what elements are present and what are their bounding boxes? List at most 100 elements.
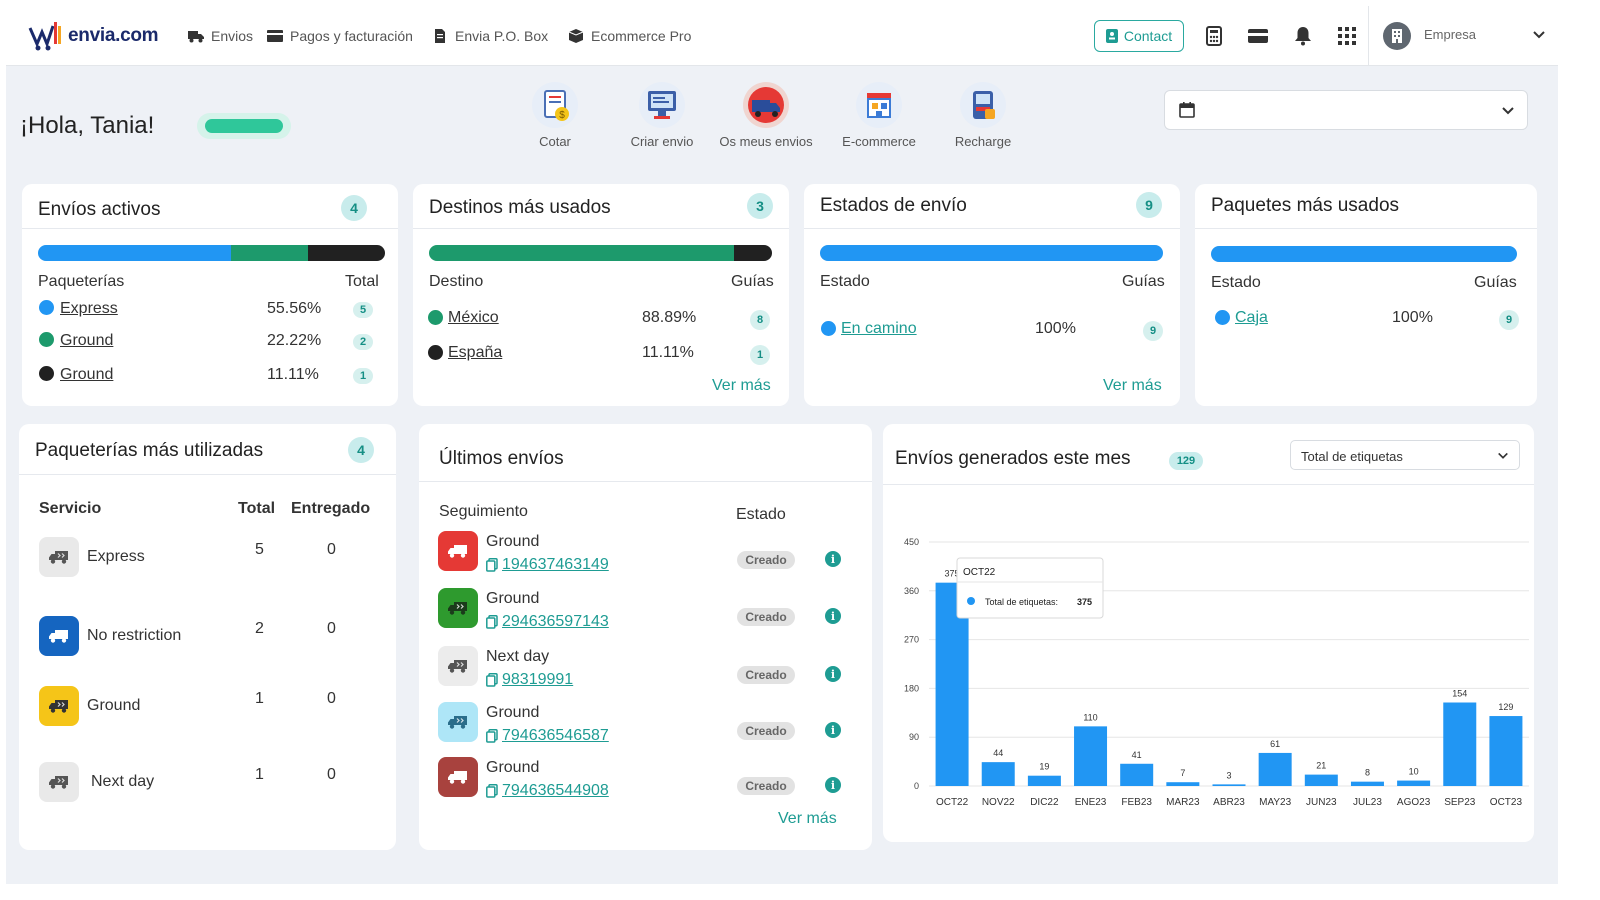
truck-icon [448,660,467,673]
nav-divider [1368,6,1369,66]
quick-action-cotar[interactable]: $ Cotar [505,82,605,149]
nav-pagos[interactable]: Pagos y facturación [267,28,413,44]
tracking-link[interactable]: 194637463149 [486,556,609,574]
carrier-logo [39,762,79,802]
data-label: 19 [1039,762,1049,772]
chevron-down-icon[interactable] [1532,28,1546,42]
copy-icon[interactable] [486,558,498,572]
bell-icon[interactable] [1293,26,1313,46]
truck-icon [448,716,467,729]
tracking-number: 294636597143 [502,613,609,630]
status-badge: Creado [737,608,795,626]
truck-icon [188,31,204,43]
col-header-seguimiento: Seguimiento [439,503,528,520]
carrier-link-express[interactable]: Express [60,300,118,318]
card-divider [804,228,1180,229]
card-divider [1195,228,1537,229]
ver-mas-link[interactable]: Ver más [712,377,771,395]
card-title: Destinos más usados [429,197,611,218]
store-icon [867,93,891,118]
logo-icon [28,22,61,51]
service-total: 1 [255,690,264,707]
card-icon [267,30,283,42]
quick-action-meus-envios[interactable]: Os meus envios [716,82,816,149]
ver-mas-link[interactable]: Ver más [1103,377,1162,395]
quick-action-ecommerce[interactable]: E-commerce [829,82,929,149]
x-tick-label: NOV22 [982,797,1015,808]
col-header-guias: Guías [1122,273,1165,290]
y-tick-label: 180 [904,683,919,693]
info-icon[interactable]: i [825,777,841,793]
data-label: 44 [993,748,1003,758]
my-shipments-icon [748,87,784,123]
col-header-estado: Estado [1211,274,1261,291]
tracking-link[interactable]: 98319991 [486,671,573,689]
recharge-icon [973,91,995,119]
service-name: Ground [87,697,141,714]
bar-mar23 [1166,782,1200,786]
nav-pobox[interactable]: Envia P.O. Box [432,28,548,44]
nav-ecommerce[interactable]: Ecommerce Pro [568,28,691,44]
carrier-count-badge: 5 [353,302,373,318]
shipment-service: Next day [486,648,550,665]
tracking-number: 794636546587 [502,727,609,744]
destination-link-espana[interactable]: España [448,344,502,362]
truck-icon [49,776,68,789]
status-count-badge: 9 [1143,321,1163,341]
info-icon[interactable]: i [825,551,841,567]
ver-mas-link[interactable]: Ver más [778,810,837,828]
package-pct: 100% [1392,309,1433,326]
carrier-logo [438,588,478,628]
status-link-en-camino[interactable]: En camino [841,320,917,338]
info-icon[interactable]: i [825,608,841,624]
package-link-caja[interactable]: Caja [1235,309,1268,327]
date-range-picker[interactable] [1164,90,1528,130]
distribution-bar [429,245,772,261]
tracking-link[interactable]: 294636597143 [486,613,609,631]
card-divider [419,481,872,482]
metric-select[interactable]: Total de etiquetas [1290,440,1520,470]
envia-logo[interactable]: envia.com [28,20,159,52]
nav-envios[interactable]: Envios [188,28,253,44]
carrier-link-ground[interactable]: Ground [60,332,113,350]
contact-button[interactable]: Contact [1094,20,1184,52]
x-tick-label: DIC22 [1030,797,1059,808]
apps-grid-icon[interactable] [1337,26,1357,46]
card-divider [19,474,396,475]
x-tick-label: ENE23 [1075,797,1107,808]
metric-select-value: Total de etiquetas [1301,449,1403,464]
carrier-link-ground[interactable]: Ground [60,366,113,384]
bar-ago23 [1397,780,1431,786]
copy-icon[interactable] [486,729,498,743]
quick-action-criar-envio[interactable]: Criar envio [612,82,712,149]
col-header-estado: Estado [736,506,786,523]
calculator-icon[interactable] [1204,26,1224,46]
nav-pobox-label: Envia P.O. Box [455,28,549,44]
payment-card-icon[interactable] [1248,26,1268,46]
service-total: 5 [255,541,264,558]
card-title: Últimos envíos [439,448,564,469]
data-label: 41 [1132,750,1142,760]
card-title: Estados de envío [820,195,967,216]
company-avatar[interactable] [1383,22,1411,50]
shipment-service: Ground [486,759,540,776]
x-tick-label: MAY23 [1259,797,1291,808]
copy-icon[interactable] [486,784,498,798]
col-header-destino: Destino [429,273,484,290]
tracking-link[interactable]: 794636546587 [486,727,609,745]
company-label: Empresa [1424,27,1477,42]
contact-label: Contact [1123,28,1173,44]
copy-icon[interactable] [486,673,498,687]
greeting-status-pill [197,113,291,139]
top-navbar: envia.com Envios Pagos y facturación Env… [6,6,1558,66]
distribution-bar [1211,246,1517,262]
info-icon[interactable]: i [825,722,841,738]
copy-icon[interactable] [486,615,498,629]
y-tick-label: 90 [909,732,919,742]
data-label: 154 [1452,688,1467,698]
info-icon[interactable]: i [825,666,841,682]
data-label: 8 [1365,768,1370,778]
quick-action-recharge[interactable]: Recharge [933,82,1033,149]
destination-link-mexico[interactable]: México [448,309,499,327]
tracking-link[interactable]: 794636544908 [486,782,609,800]
